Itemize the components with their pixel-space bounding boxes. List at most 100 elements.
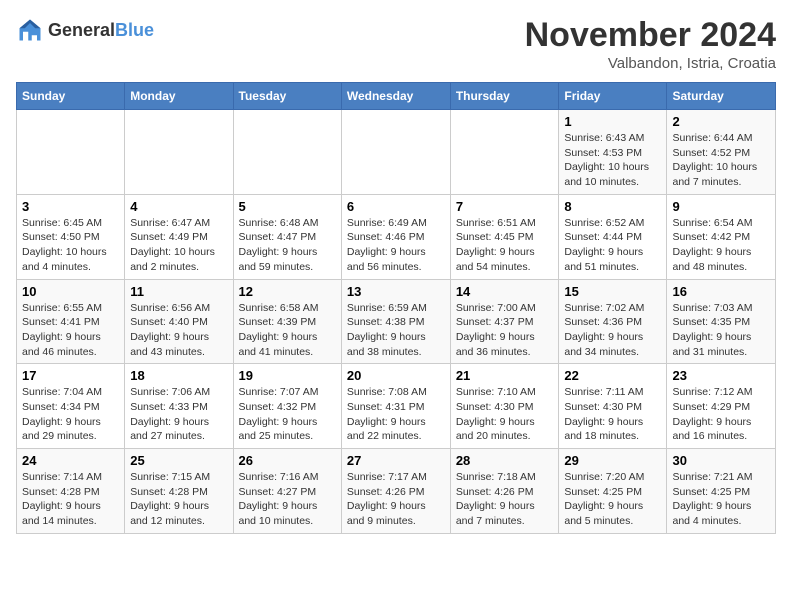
calendar-cell: 8Sunrise: 6:52 AM Sunset: 4:44 PM Daylig…	[559, 194, 667, 279]
day-number: 9	[672, 199, 770, 214]
day-number: 18	[130, 368, 227, 383]
day-number: 6	[347, 199, 445, 214]
day-info: Sunrise: 6:56 AM Sunset: 4:40 PM Dayligh…	[130, 301, 227, 360]
day-info: Sunrise: 7:21 AM Sunset: 4:25 PM Dayligh…	[672, 470, 770, 529]
day-number: 17	[22, 368, 119, 383]
day-info: Sunrise: 7:03 AM Sunset: 4:35 PM Dayligh…	[672, 301, 770, 360]
day-info: Sunrise: 6:58 AM Sunset: 4:39 PM Dayligh…	[239, 301, 336, 360]
day-info: Sunrise: 6:54 AM Sunset: 4:42 PM Dayligh…	[672, 216, 770, 275]
calendar-cell: 22 Sunrise: 7:11 AM Sunset: 4:30 PM Dayli…	[559, 364, 667, 449]
day-number: 13	[347, 284, 445, 299]
day-info: Sunrise: 7:18 AM Sunset: 4:26 PM Dayligh…	[456, 470, 554, 529]
calendar-cell	[233, 110, 341, 195]
day-header-thursday: Thursday	[450, 83, 559, 110]
day-number: 28	[456, 453, 554, 468]
week-row-5: 24 Sunrise: 7:14 AM Sunset: 4:28 PM Dayli…	[17, 449, 776, 534]
day-info: Sunrise: 7:14 AM Sunset: 4:28 PM Dayligh…	[22, 470, 119, 529]
calendar-cell: 4Sunrise: 6:47 AM Sunset: 4:49 PM Daylig…	[125, 194, 233, 279]
calendar-cell: 12 Sunrise: 6:58 AM Sunset: 4:39 PM Dayli…	[233, 279, 341, 364]
day-number: 1	[564, 114, 661, 129]
day-number: 21	[456, 368, 554, 383]
day-info: Sunrise: 7:02 AM Sunset: 4:36 PM Dayligh…	[564, 301, 661, 360]
day-info: Sunrise: 6:51 AM Sunset: 4:45 PM Dayligh…	[456, 216, 554, 275]
logo-text: GeneralBlue	[48, 20, 154, 41]
logo: GeneralBlue	[16, 16, 154, 44]
day-number: 3	[22, 199, 119, 214]
calendar-cell: 15 Sunrise: 7:02 AM Sunset: 4:36 PM Dayli…	[559, 279, 667, 364]
day-header-tuesday: Tuesday	[233, 83, 341, 110]
day-header-sunday: Sunday	[17, 83, 125, 110]
day-number: 4	[130, 199, 227, 214]
calendar-cell: 5Sunrise: 6:48 AM Sunset: 4:47 PM Daylig…	[233, 194, 341, 279]
calendar-cell: 16Sunrise: 7:03 AM Sunset: 4:35 PM Dayli…	[667, 279, 776, 364]
week-row-3: 10 Sunrise: 6:55 AM Sunset: 4:41 PM Dayli…	[17, 279, 776, 364]
calendar-cell: 28 Sunrise: 7:18 AM Sunset: 4:26 PM Dayli…	[450, 449, 559, 534]
calendar-cell: 1 Sunrise: 6:43 AM Sunset: 4:53 PM Daylig…	[559, 110, 667, 195]
day-info: Sunrise: 7:12 AM Sunset: 4:29 PM Dayligh…	[672, 385, 770, 444]
day-info: Sunrise: 6:43 AM Sunset: 4:53 PM Dayligh…	[564, 131, 661, 190]
day-info: Sunrise: 6:55 AM Sunset: 4:41 PM Dayligh…	[22, 301, 119, 360]
day-number: 14	[456, 284, 554, 299]
calendar-cell: 2Sunrise: 6:44 AM Sunset: 4:52 PM Daylig…	[667, 110, 776, 195]
day-header-wednesday: Wednesday	[341, 83, 450, 110]
calendar-cell	[341, 110, 450, 195]
calendar-cell: 30 Sunrise: 7:21 AM Sunset: 4:25 PM Dayli…	[667, 449, 776, 534]
calendar-cell: 10 Sunrise: 6:55 AM Sunset: 4:41 PM Dayli…	[17, 279, 125, 364]
calendar-cell: 29 Sunrise: 7:20 AM Sunset: 4:25 PM Dayli…	[559, 449, 667, 534]
calendar-cell: 26 Sunrise: 7:16 AM Sunset: 4:27 PM Dayli…	[233, 449, 341, 534]
calendar-cell: 6Sunrise: 6:49 AM Sunset: 4:46 PM Daylig…	[341, 194, 450, 279]
logo-blue: Blue	[115, 20, 154, 40]
calendar-cell: 9 Sunrise: 6:54 AM Sunset: 4:42 PM Daylig…	[667, 194, 776, 279]
day-number: 30	[672, 453, 770, 468]
day-number: 22	[564, 368, 661, 383]
day-number: 29	[564, 453, 661, 468]
calendar-cell: 3 Sunrise: 6:45 AM Sunset: 4:50 PM Daylig…	[17, 194, 125, 279]
calendar-cell: 20Sunrise: 7:08 AM Sunset: 4:31 PM Dayli…	[341, 364, 450, 449]
day-info: Sunrise: 7:10 AM Sunset: 4:30 PM Dayligh…	[456, 385, 554, 444]
day-number: 19	[239, 368, 336, 383]
calendar-cell: 24 Sunrise: 7:14 AM Sunset: 4:28 PM Dayli…	[17, 449, 125, 534]
calendar-cell: 21 Sunrise: 7:10 AM Sunset: 4:30 PM Dayli…	[450, 364, 559, 449]
day-header-saturday: Saturday	[667, 83, 776, 110]
day-info: Sunrise: 7:07 AM Sunset: 4:32 PM Dayligh…	[239, 385, 336, 444]
day-number: 27	[347, 453, 445, 468]
week-row-4: 17 Sunrise: 7:04 AM Sunset: 4:34 PM Dayli…	[17, 364, 776, 449]
calendar-cell	[450, 110, 559, 195]
calendar-cell: 13 Sunrise: 6:59 AM Sunset: 4:38 PM Dayli…	[341, 279, 450, 364]
day-info: Sunrise: 7:04 AM Sunset: 4:34 PM Dayligh…	[22, 385, 119, 444]
day-header-friday: Friday	[559, 83, 667, 110]
day-number: 15	[564, 284, 661, 299]
week-row-1: 1 Sunrise: 6:43 AM Sunset: 4:53 PM Daylig…	[17, 110, 776, 195]
day-number: 8	[564, 199, 661, 214]
day-info: Sunrise: 6:45 AM Sunset: 4:50 PM Dayligh…	[22, 216, 119, 275]
day-number: 7	[456, 199, 554, 214]
day-number: 10	[22, 284, 119, 299]
day-info: Sunrise: 7:11 AM Sunset: 4:30 PM Dayligh…	[564, 385, 661, 444]
week-row-2: 3 Sunrise: 6:45 AM Sunset: 4:50 PM Daylig…	[17, 194, 776, 279]
day-number: 26	[239, 453, 336, 468]
calendar-cell: 19 Sunrise: 7:07 AM Sunset: 4:32 PM Dayli…	[233, 364, 341, 449]
day-number: 20	[347, 368, 445, 383]
day-number: 12	[239, 284, 336, 299]
day-number: 23	[672, 368, 770, 383]
day-info: Sunrise: 7:16 AM Sunset: 4:27 PM Dayligh…	[239, 470, 336, 529]
calendar-cell: 7 Sunrise: 6:51 AM Sunset: 4:45 PM Daylig…	[450, 194, 559, 279]
day-info: Sunrise: 6:48 AM Sunset: 4:47 PM Dayligh…	[239, 216, 336, 275]
title-area: November 2024 Valbandon, Istria, Croatia	[525, 16, 776, 72]
calendar-cell	[125, 110, 233, 195]
header: GeneralBlue November 2024 Valbandon, Ist…	[16, 16, 776, 72]
logo-general: General	[48, 20, 115, 40]
day-info: Sunrise: 7:00 AM Sunset: 4:37 PM Dayligh…	[456, 301, 554, 360]
calendar-cell: 11 Sunrise: 6:56 AM Sunset: 4:40 PM Dayli…	[125, 279, 233, 364]
day-number: 24	[22, 453, 119, 468]
calendar-cell: 18Sunrise: 7:06 AM Sunset: 4:33 PM Dayli…	[125, 364, 233, 449]
day-number: 11	[130, 284, 227, 299]
day-info: Sunrise: 6:59 AM Sunset: 4:38 PM Dayligh…	[347, 301, 445, 360]
calendar-cell	[17, 110, 125, 195]
calendar-cell: 23 Sunrise: 7:12 AM Sunset: 4:29 PM Dayli…	[667, 364, 776, 449]
subtitle: Valbandon, Istria, Croatia	[525, 55, 776, 72]
calendar-cell: 27Sunrise: 7:17 AM Sunset: 4:26 PM Dayli…	[341, 449, 450, 534]
day-info: Sunrise: 7:20 AM Sunset: 4:25 PM Dayligh…	[564, 470, 661, 529]
calendar-cell: 17 Sunrise: 7:04 AM Sunset: 4:34 PM Dayli…	[17, 364, 125, 449]
calendar-cell: 25Sunrise: 7:15 AM Sunset: 4:28 PM Dayli…	[125, 449, 233, 534]
